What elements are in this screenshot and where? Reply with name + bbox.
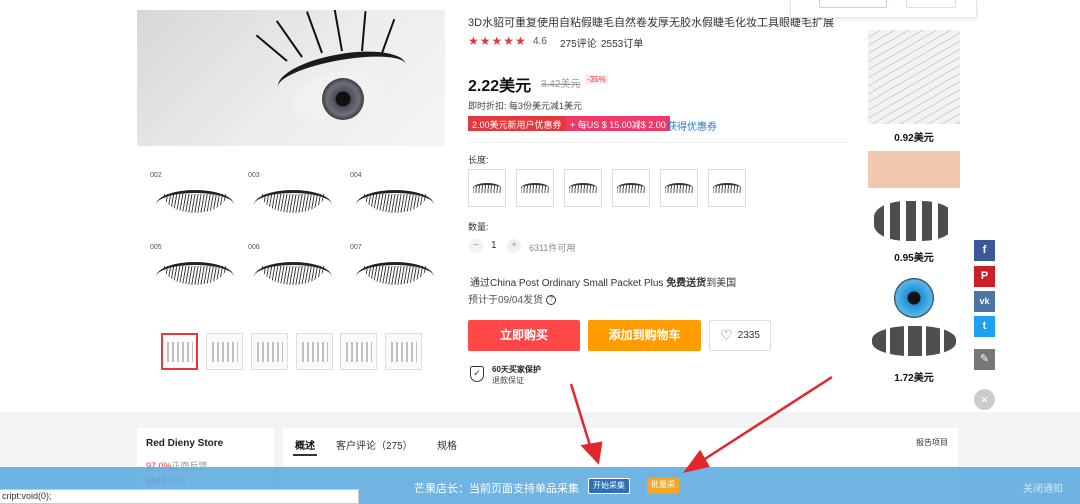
current-price: 2.22美元 bbox=[468, 78, 532, 95]
recommended-item-image[interactable] bbox=[868, 272, 960, 364]
lash-number: 007 bbox=[350, 244, 362, 251]
variant-option[interactable] bbox=[516, 169, 554, 207]
lash-sample: 006 bbox=[246, 244, 342, 314]
store-coupon[interactable]: + 每US $ 15.00减$ 2.00 bbox=[566, 116, 670, 131]
add-to-cart-button[interactable]: 添加到购物车 bbox=[588, 320, 701, 351]
gallery-thumbnail[interactable] bbox=[385, 333, 422, 370]
quantity-decrease-button[interactable]: − bbox=[469, 239, 483, 253]
gallery-thumbnail[interactable] bbox=[251, 333, 288, 370]
report-item-link[interactable]: 报告项目 bbox=[916, 437, 948, 448]
buy-now-button[interactable]: 立即购买 bbox=[468, 320, 580, 351]
gallery-thumbnail-selected[interactable] bbox=[161, 333, 198, 370]
variant-option[interactable] bbox=[468, 169, 506, 207]
discount-badge: -35% bbox=[585, 75, 608, 84]
recommended-item-price[interactable]: 0.92美元 bbox=[868, 129, 960, 144]
lash-sample: 004 bbox=[348, 172, 444, 242]
tab-reviews-label: 客户评论 bbox=[336, 441, 376, 452]
active-tab-indicator bbox=[293, 454, 317, 456]
edit-icon[interactable]: ✎ bbox=[974, 349, 995, 370]
lash-number: 003 bbox=[248, 172, 260, 179]
browser-status-bar: cript:void(0); bbox=[0, 489, 359, 504]
lash-sample: 007 bbox=[348, 244, 444, 314]
shield-check-icon: ✓ bbox=[470, 366, 484, 382]
lash-stroke bbox=[361, 11, 367, 52]
quantity-input[interactable]: 1 bbox=[491, 240, 497, 251]
get-coupon-link[interactable]: 获得优惠券 bbox=[667, 118, 717, 133]
buyer-protection-title: 60天买家保护 bbox=[492, 365, 541, 374]
gallery-thumbnail[interactable] bbox=[296, 333, 333, 370]
lash-number: 006 bbox=[248, 244, 260, 251]
close-icon[interactable]: × bbox=[974, 389, 995, 410]
pinterest-share-icon[interactable]: P bbox=[974, 266, 995, 287]
help-icon[interactable]: ? bbox=[546, 295, 557, 306]
facebook-share-icon[interactable]: f bbox=[974, 240, 995, 261]
instant-discount[interactable]: 即时折扣: 每3份美元减1美元 bbox=[468, 99, 582, 112]
lash-stroke bbox=[333, 10, 343, 52]
buyer-protection-subtitle: 退款保证 bbox=[492, 376, 524, 385]
store-name[interactable]: Red Dieny Store bbox=[146, 438, 223, 449]
new-user-coupon[interactable]: 2.00美元新用户优惠券 bbox=[468, 116, 566, 131]
recommended-item-image[interactable] bbox=[868, 151, 960, 243]
available-stock: 6311件可用 bbox=[529, 243, 576, 253]
length-label: 长度: bbox=[468, 155, 489, 165]
lash-sample: 002 bbox=[148, 172, 244, 242]
lash-number: 005 bbox=[150, 244, 162, 251]
tab-reviews[interactable]: 客户评论（275） bbox=[336, 437, 413, 452]
wishlist-count: 2335 bbox=[737, 330, 760, 341]
lash-stroke bbox=[306, 11, 323, 54]
tab-overview[interactable]: 概述 bbox=[295, 437, 315, 452]
lash-sample: 005 bbox=[148, 244, 244, 314]
review-count-link[interactable]: 275评论 bbox=[560, 35, 597, 50]
rating-stars[interactable]: ★★★★★ bbox=[468, 34, 527, 48]
original-price: 3.42美元 bbox=[541, 79, 581, 90]
popup-button[interactable] bbox=[819, 0, 887, 8]
tab-reviews-count: （275） bbox=[376, 441, 413, 452]
vk-share-icon[interactable]: vk bbox=[974, 291, 995, 312]
lash-number: 004 bbox=[350, 172, 362, 179]
delivery-estimate: 预计于09/04发货? bbox=[468, 291, 557, 306]
lash-stroke bbox=[275, 20, 303, 58]
shipping-method: 通过China Post Ordinary Small Packet Plus bbox=[470, 278, 667, 289]
heart-icon: ♡ bbox=[720, 327, 733, 343]
shipping-info[interactable]: 通过China Post Ordinary Small Packet Plus … bbox=[470, 274, 736, 289]
quantity-label: 数量: bbox=[468, 222, 489, 232]
gallery-thumbnail[interactable] bbox=[206, 333, 243, 370]
product-title: 3D水貂可重复使用自粘假睫毛自然卷发厚无胶水假睫毛化妆工具眼睫毛扩展 bbox=[468, 17, 835, 29]
lash-stroke bbox=[381, 18, 396, 54]
recommended-item-price[interactable]: 0.95美元 bbox=[868, 249, 960, 264]
top-popup bbox=[790, 0, 977, 18]
main-product-image[interactable] bbox=[137, 10, 445, 146]
close-notification-link[interactable]: 关闭通知 bbox=[1023, 480, 1063, 495]
variant-option[interactable] bbox=[612, 169, 650, 207]
variant-option[interactable] bbox=[660, 169, 698, 207]
lash-sample: 003 bbox=[246, 172, 342, 242]
variant-option[interactable] bbox=[564, 169, 602, 207]
lash-number: 002 bbox=[150, 172, 162, 179]
variant-option[interactable] bbox=[708, 169, 746, 207]
free-shipping-label: 免费送货 bbox=[666, 278, 707, 289]
popup-button[interactable] bbox=[906, 0, 956, 8]
recommended-item-price[interactable]: 1.72美元 bbox=[868, 369, 960, 384]
batch-collect-button[interactable]: 批量采 bbox=[647, 478, 679, 494]
divider bbox=[468, 142, 848, 143]
order-count: 2553订单 bbox=[601, 39, 644, 50]
iris-shape bbox=[322, 78, 364, 120]
start-collect-button[interactable]: 开始采集 bbox=[588, 478, 630, 494]
tab-specs[interactable]: 规格 bbox=[437, 437, 457, 452]
gallery-thumbnail[interactable] bbox=[340, 333, 377, 370]
rating-value[interactable]: 4.6 bbox=[533, 36, 547, 47]
recommended-item-image[interactable] bbox=[868, 30, 960, 124]
shipping-destination: 到美国 bbox=[706, 278, 737, 289]
twitter-share-icon[interactable]: t bbox=[974, 316, 995, 337]
wishlist-button[interactable]: ♡ 2335 bbox=[709, 320, 771, 351]
quantity-increase-button[interactable]: + bbox=[507, 239, 521, 253]
lash-stroke bbox=[255, 34, 288, 62]
estimate-text: 预计于09/04发货 bbox=[468, 295, 544, 306]
plugin-message: 芒果店长：当前页面支持单品采集 bbox=[414, 483, 579, 495]
